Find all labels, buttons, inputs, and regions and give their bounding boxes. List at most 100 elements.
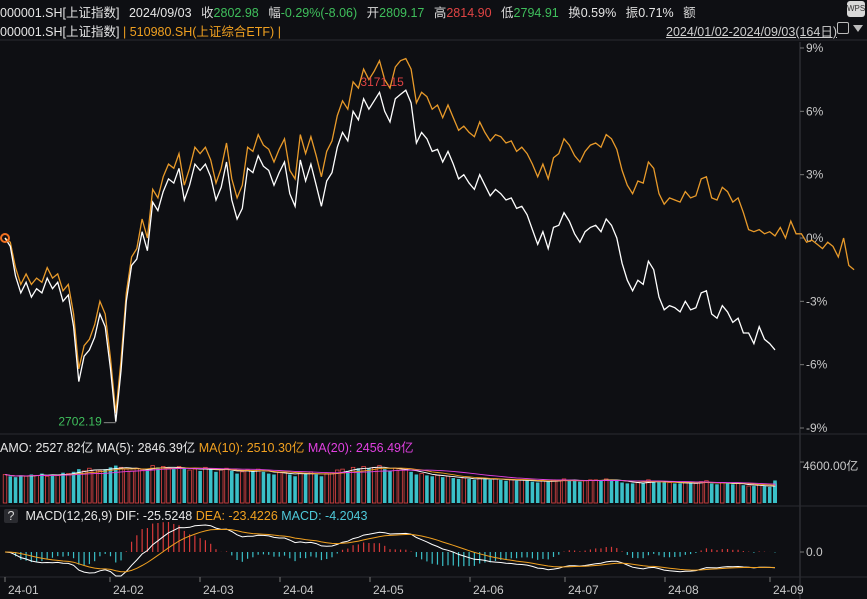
volume-bar xyxy=(308,471,314,504)
chart-canvas[interactable]: 9%6%3%0%-3%-6%-9% 3171.152702.19 4600.00… xyxy=(0,0,867,599)
volume-bar xyxy=(166,467,171,504)
volume-bar xyxy=(145,469,150,503)
volume-bar xyxy=(66,473,71,504)
volume-bar xyxy=(757,484,762,504)
volume-bar xyxy=(171,469,176,503)
volume-bar xyxy=(435,474,440,504)
volume-bar xyxy=(593,479,598,504)
volume-bar xyxy=(530,481,535,503)
volume-bar xyxy=(324,473,329,504)
volume-bar xyxy=(641,483,645,503)
volume-bar xyxy=(23,475,29,504)
volume-bar xyxy=(578,481,582,503)
volume-bar xyxy=(277,472,282,504)
x-tick-label: 24-08 xyxy=(668,583,699,597)
x-tick-label: 24-01 xyxy=(8,583,39,597)
x-tick-label: 24-06 xyxy=(473,583,504,597)
volume-bar xyxy=(582,480,588,504)
y-tick-label: 9% xyxy=(806,41,824,55)
volume-bar xyxy=(561,478,567,504)
volume-bar xyxy=(245,469,250,504)
volume-bar xyxy=(498,479,503,503)
volume-bar xyxy=(219,469,224,504)
volume-bar xyxy=(698,481,704,504)
volume-bar xyxy=(467,478,471,503)
volume-bar xyxy=(683,482,688,504)
volume-bar xyxy=(445,475,451,504)
volume-bar xyxy=(124,468,129,504)
volume-bar xyxy=(388,470,392,503)
volume-bar xyxy=(709,483,714,503)
volume-bar xyxy=(214,471,218,503)
volume-bar xyxy=(425,475,429,503)
volume-bar xyxy=(293,476,297,503)
volume-bar xyxy=(230,470,234,503)
x-tick-label: 24-04 xyxy=(283,583,314,597)
volume-bar xyxy=(519,479,525,504)
volume-bar xyxy=(762,486,767,503)
volume-bar xyxy=(546,481,550,503)
volume-bar xyxy=(731,484,735,503)
volume-bar xyxy=(161,466,166,504)
volume-bar xyxy=(509,479,514,504)
volume-bar xyxy=(403,468,408,504)
volume-bar xyxy=(715,484,719,503)
volume-bar xyxy=(356,468,361,503)
volume-bar xyxy=(556,480,561,504)
volume-bar xyxy=(440,477,445,503)
volume-bar xyxy=(340,468,345,504)
volume-bar xyxy=(572,480,577,503)
volume-bar xyxy=(118,466,124,504)
volume-bar xyxy=(725,483,730,503)
volume-bar xyxy=(767,486,772,503)
volume-bar xyxy=(741,485,746,503)
x-tick-label: 24-09 xyxy=(773,583,804,597)
volume-bar xyxy=(609,479,614,503)
volume-bar xyxy=(430,476,434,503)
volume-bar xyxy=(704,480,709,504)
volume-bar xyxy=(224,467,229,504)
volume-bar xyxy=(673,483,677,503)
volume-bar xyxy=(720,482,725,504)
volume-bar xyxy=(393,467,398,504)
high-annotation: 3171.15 xyxy=(360,75,404,89)
index-line xyxy=(4,89,776,422)
volume-bar xyxy=(329,472,335,504)
volume-bar xyxy=(651,480,656,503)
volume-bar xyxy=(398,469,403,504)
volume-bar xyxy=(198,470,202,503)
volume-bar xyxy=(282,471,287,504)
x-tick-label: 24-02 xyxy=(113,583,144,597)
volume-bar xyxy=(477,477,482,504)
volume-bar xyxy=(461,477,467,504)
volume-bars: 4600.00亿 xyxy=(2,458,858,504)
volume-bar xyxy=(662,482,667,503)
volume-bar xyxy=(625,483,630,503)
volume-bar xyxy=(288,474,292,503)
volume-bar xyxy=(456,478,461,503)
volume-bar xyxy=(314,474,318,503)
volume-bar xyxy=(40,473,44,503)
volume-bar xyxy=(81,470,87,504)
volume-bar xyxy=(525,480,529,503)
volume-bar xyxy=(55,474,60,504)
volume-bar xyxy=(367,468,371,503)
volume-bar xyxy=(514,480,519,503)
volume-bar xyxy=(493,478,498,504)
volume-bar xyxy=(693,482,699,504)
volume-bar xyxy=(588,479,593,504)
volume-axis-label: 4600.00亿 xyxy=(803,458,858,473)
volume-bar xyxy=(746,485,751,504)
macd-panel: 0.0 xyxy=(4,522,823,577)
price-lines xyxy=(0,57,855,422)
volume-bar xyxy=(688,483,693,503)
annotations: 3171.15 2702.19 xyxy=(58,75,404,428)
volume-bar xyxy=(567,479,572,503)
volume-bar xyxy=(255,468,261,504)
volume-bar xyxy=(504,480,508,503)
volume-bar xyxy=(409,471,413,503)
volume-bar xyxy=(630,483,635,503)
volume-bar xyxy=(488,479,492,503)
volume-bar xyxy=(382,469,387,503)
volume-bar xyxy=(620,482,624,503)
